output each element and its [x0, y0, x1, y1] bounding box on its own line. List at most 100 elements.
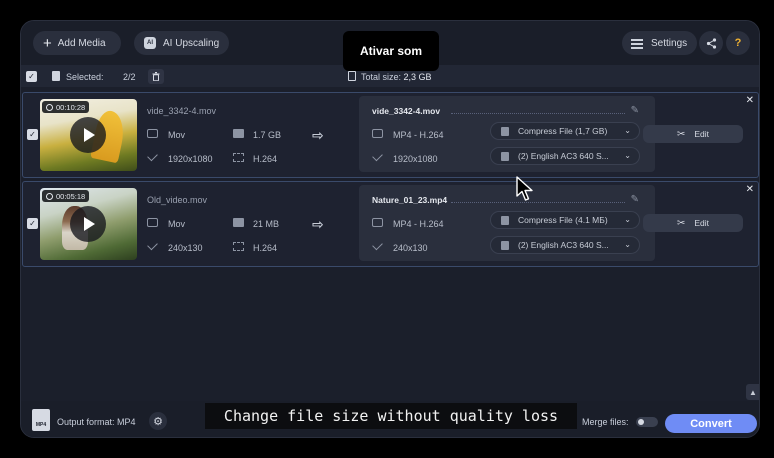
- source-file-name: vide_3342-4.mov: [147, 106, 217, 116]
- target-file-name[interactable]: vide_3342-4.mov: [372, 106, 440, 116]
- file-row: ✓ 00:05:18 Old_video.mov Mov 21 MB 240x1…: [22, 181, 759, 267]
- gear-icon[interactable]: ⚙: [149, 412, 167, 430]
- edit-label: Edit: [694, 129, 710, 139]
- mouse-cursor-icon: [516, 176, 533, 201]
- codec-icon: [233, 153, 244, 162]
- scroll-up-button[interactable]: ▲: [746, 384, 759, 400]
- total-size-value: 2,3 GB: [403, 72, 432, 82]
- film-icon: [372, 218, 383, 227]
- target-settings-panel: Nature_01_23.mp4 ✎ MP4 - H.264 240x130 C…: [359, 185, 655, 261]
- ai-upscaling-label: AI Upscaling: [163, 37, 220, 49]
- video-thumbnail[interactable]: 00:10:28: [40, 99, 137, 171]
- add-media-button[interactable]: + Add Media: [33, 31, 121, 55]
- chevron-down-icon: ⌄: [624, 240, 631, 249]
- share-icon: [706, 37, 716, 49]
- audio-track-dropdown[interactable]: (2) English AC3 640 S... ⌄: [490, 147, 640, 165]
- source-file-name: Old_video.mov: [147, 195, 208, 205]
- source-size: 21 MB: [253, 219, 280, 229]
- scissors-icon: ✂: [676, 128, 686, 140]
- source-codec: H.264: [253, 243, 278, 253]
- chevron-down-icon: ⌄: [624, 151, 631, 160]
- clock-icon: [46, 103, 53, 111]
- play-icon[interactable]: [70, 206, 106, 242]
- document-icon: [52, 71, 60, 81]
- file-checkbox[interactable]: ✓: [27, 129, 38, 140]
- scissors-icon: ✂: [676, 217, 686, 229]
- total-size-icon: [348, 71, 356, 81]
- add-media-label: Add Media: [57, 37, 106, 49]
- compress-value: Compress File (1,7 GB): [518, 126, 608, 136]
- film-icon: [372, 129, 383, 138]
- duration-text: 00:10:28: [56, 102, 86, 112]
- source-format: Mov: [168, 219, 186, 229]
- remove-file-button[interactable]: ✕: [746, 95, 754, 106]
- target-file-name[interactable]: Nature_01_23.mp4: [372, 195, 447, 205]
- target-format[interactable]: MP4 - H.264: [393, 130, 444, 140]
- duration-badge: 00:05:18: [42, 190, 90, 202]
- resize-icon: [372, 239, 383, 251]
- target-resolution: 1920x1080: [393, 154, 438, 164]
- sliders-icon: [631, 38, 643, 49]
- audio-track-value: (2) English AC3 640 S...: [518, 240, 609, 250]
- name-underline: [451, 113, 625, 114]
- sound-tooltip: Ativar som: [343, 31, 439, 71]
- rename-pencil-icon[interactable]: ✎: [631, 194, 639, 205]
- source-resolution: 240x130: [168, 243, 203, 253]
- resize-icon: [147, 239, 158, 251]
- chevron-down-icon: ⌄: [624, 215, 631, 224]
- app-window: + Add Media AI AI Upscaling Settings ? A…: [20, 20, 760, 438]
- target-resolution: 240x130: [393, 243, 428, 253]
- source-resolution: 1920x1080: [168, 154, 213, 164]
- audio-track-value: (2) English AC3 640 S...: [518, 151, 609, 161]
- codec-icon: [233, 242, 244, 251]
- trash-icon: [152, 72, 160, 81]
- select-all-checkbox[interactable]: ✓: [26, 71, 37, 82]
- merge-files-label: Merge files:: [582, 417, 629, 427]
- ai-upscaling-button[interactable]: AI AI Upscaling: [134, 31, 229, 55]
- speaker-icon: [501, 151, 509, 161]
- clock-icon: [46, 192, 53, 200]
- compress-dropdown[interactable]: Compress File (4.1 MБ) ⌄: [490, 211, 640, 229]
- target-settings-panel: vide_3342-4.mov ✎ MP4 - H.264 1920x1080 …: [359, 96, 655, 172]
- duration-badge: 00:10:28: [42, 101, 90, 113]
- edit-button[interactable]: ✂ Edit: [643, 214, 743, 232]
- help-button[interactable]: ?: [726, 31, 750, 55]
- audio-track-dropdown[interactable]: (2) English AC3 640 S... ⌄: [490, 236, 640, 254]
- rename-pencil-icon[interactable]: ✎: [631, 105, 639, 116]
- help-icon: ?: [734, 37, 742, 49]
- resize-icon: [147, 150, 158, 162]
- total-size-label: Total size:: [361, 72, 402, 82]
- play-icon[interactable]: [70, 117, 106, 153]
- selected-count: 2/2: [123, 72, 136, 82]
- video-caption: Change file size without quality loss: [205, 403, 577, 429]
- chevron-down-icon: ⌄: [624, 126, 631, 135]
- settings-label: Settings: [651, 37, 688, 49]
- total-size: Total size: 2,3 GB: [361, 72, 432, 82]
- source-size: 1.7 GB: [253, 130, 282, 140]
- merge-files-toggle[interactable]: [636, 417, 658, 427]
- name-underline: [451, 202, 625, 203]
- video-thumbnail[interactable]: 00:05:18: [40, 188, 137, 260]
- settings-button[interactable]: Settings: [622, 31, 697, 55]
- speaker-icon: [501, 240, 509, 250]
- share-button[interactable]: [699, 31, 723, 55]
- resize-icon: [372, 150, 383, 162]
- output-format-label[interactable]: Output format: MP4: [57, 417, 136, 427]
- bottom-bar: MP4 Output format: MP4 ⚙ Change file siz…: [21, 401, 759, 437]
- compress-icon: [501, 215, 509, 225]
- convert-button[interactable]: Convert: [665, 414, 757, 433]
- compress-dropdown[interactable]: Compress File (1,7 GB) ⌄: [490, 122, 640, 140]
- delete-selected-button[interactable]: [148, 69, 164, 84]
- compress-icon: [501, 126, 509, 136]
- edit-button[interactable]: ✂ Edit: [643, 125, 743, 143]
- output-format-icon[interactable]: MP4: [32, 409, 50, 431]
- compress-value: Compress File (4.1 MБ): [518, 215, 608, 225]
- target-format[interactable]: MP4 - H.264: [393, 219, 444, 229]
- convert-arrow-icon: ⇨: [312, 127, 324, 143]
- convert-arrow-icon: ⇨: [312, 216, 324, 232]
- ai-icon: AI: [144, 37, 156, 49]
- file-checkbox[interactable]: ✓: [27, 218, 38, 229]
- disk-icon: [233, 218, 244, 227]
- remove-file-button[interactable]: ✕: [746, 184, 754, 195]
- file-row: ✓ 00:10:28 vide_3342-4.mov Mov 1.7 GB 19…: [22, 92, 759, 178]
